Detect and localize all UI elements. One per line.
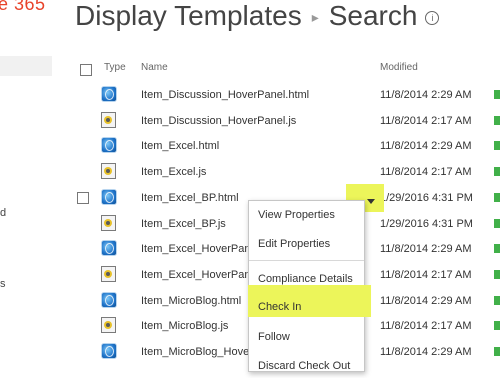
js-file-icon: [101, 317, 116, 333]
column-header-modified[interactable]: Modified: [380, 62, 418, 73]
modified-date: 11/8/2014 2:17 AM: [380, 166, 472, 178]
status-indicator: [494, 193, 500, 202]
table-row[interactable]: Item_Discussion_HoverPanel.html 11/8/2014…: [0, 82, 500, 108]
status-indicator: [494, 90, 500, 99]
modified-date: 1/29/2016 4:31 PM: [380, 192, 473, 204]
menu-item-check-in[interactable]: Check In: [249, 295, 364, 319]
file-name-link[interactable]: Item_Excel_BP.js: [141, 218, 226, 230]
status-indicator: [494, 347, 500, 356]
html-file-icon: [101, 86, 117, 102]
status-indicator: [494, 219, 500, 228]
modified-date: 11/8/2014 2:29 AM: [380, 243, 472, 255]
file-name-link[interactable]: Item_Excel_HoverPane: [141, 269, 257, 281]
modified-date: 11/8/2014 2:29 AM: [380, 89, 472, 101]
file-name-link[interactable]: Item_Discussion_HoverPanel.html: [141, 89, 309, 101]
file-name-link[interactable]: Item_Discussion_HoverPanel.js: [141, 115, 296, 127]
status-indicator: [494, 167, 500, 176]
table-row[interactable]: Item_Excel.html 11/8/2014 2:29 AM: [0, 133, 500, 159]
menu-item-view-properties[interactable]: View Properties: [249, 203, 364, 227]
breadcrumb-parent[interactable]: Display Templates: [75, 0, 302, 31]
page-title-breadcrumb: Display Templates ▸ Search i: [75, 0, 440, 32]
html-file-icon: [101, 189, 117, 205]
column-header-type[interactable]: Type: [104, 62, 126, 73]
context-menu: View Properties Edit Properties Complian…: [248, 200, 371, 372]
js-file-icon: [101, 266, 116, 282]
modified-date: 11/8/2014 2:29 AM: [380, 295, 472, 307]
html-file-icon: [101, 240, 117, 256]
js-file-icon: [101, 112, 116, 128]
html-file-icon: [101, 343, 117, 359]
file-name-link[interactable]: Item_MicroBlog_Hove: [141, 346, 249, 358]
status-indicator: [494, 141, 500, 150]
status-indicator: [494, 321, 500, 330]
file-name-link[interactable]: Item_Excel_BP.html: [141, 192, 239, 204]
info-icon[interactable]: i: [425, 10, 440, 25]
modified-date: 11/8/2014 2:17 AM: [380, 320, 472, 332]
modified-date: 11/8/2014 2:17 AM: [380, 115, 472, 127]
menu-item-edit-properties[interactable]: Edit Properties: [249, 232, 364, 256]
table-row[interactable]: Item_Discussion_HoverPanel.js 11/8/2014 2…: [0, 108, 500, 134]
status-indicator: [494, 270, 500, 279]
file-name-link[interactable]: Item_Excel.html: [141, 140, 219, 152]
menu-item-discard-check-out[interactable]: Discard Check Out: [249, 354, 364, 378]
js-file-icon: [101, 215, 116, 231]
status-indicator: [494, 244, 500, 253]
menu-divider: [249, 260, 364, 261]
modified-date: 11/8/2014 2:17 AM: [380, 269, 472, 281]
file-name-link[interactable]: Item_Excel_HoverPane: [141, 243, 257, 255]
select-all-checkbox[interactable]: [80, 64, 92, 76]
table-row[interactable]: Item_Excel.js 11/8/2014 2:17 AM: [0, 159, 500, 185]
row-checkbox[interactable]: [77, 192, 89, 204]
modified-date: 11/8/2014 2:29 AM: [380, 346, 472, 358]
item-menu-chevron-down-icon[interactable]: [367, 199, 375, 204]
brand-logo-text: e 365: [0, 0, 46, 14]
modified-date: 1/29/2016 4:31 PM: [380, 218, 473, 230]
menu-item-compliance-details[interactable]: Compliance Details: [249, 267, 364, 291]
status-indicator: [494, 296, 500, 305]
menu-item-follow[interactable]: Follow: [249, 325, 364, 349]
js-file-icon: [101, 163, 116, 179]
breadcrumb-current: Search: [328, 0, 418, 31]
column-header-name[interactable]: Name: [141, 62, 168, 73]
file-name-link[interactable]: Item_MicroBlog.js: [141, 320, 228, 332]
breadcrumb-separator-icon: ▸: [311, 9, 319, 26]
file-name-link[interactable]: Item_Excel.js: [141, 166, 206, 178]
modified-date: 11/8/2014 2:29 AM: [380, 140, 472, 152]
status-indicator: [494, 116, 500, 125]
html-file-icon: [101, 292, 117, 308]
list-header: Type Name Modified: [0, 62, 500, 78]
html-file-icon: [101, 137, 117, 153]
file-name-link[interactable]: Item_MicroBlog.html: [141, 295, 241, 307]
